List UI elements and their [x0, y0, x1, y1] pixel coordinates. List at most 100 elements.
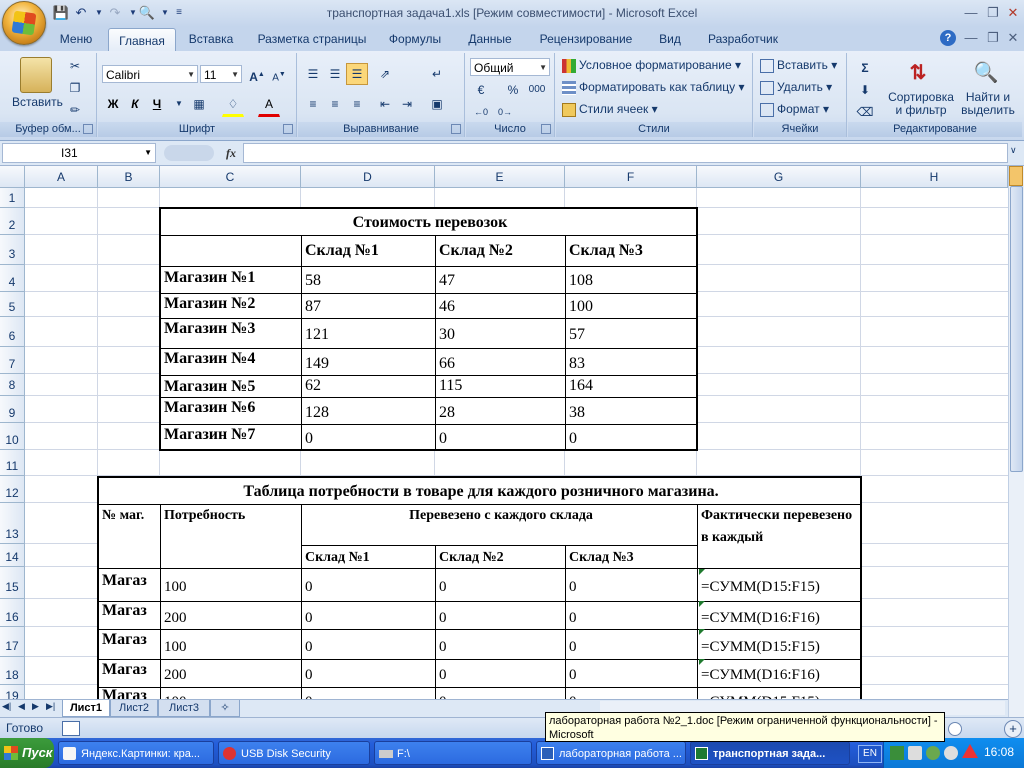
cost-value[interactable]: 30 [436, 318, 566, 348]
row-header[interactable]: 9 [0, 396, 25, 423]
cost-value[interactable]: 128 [302, 397, 436, 424]
cost-value[interactable]: 0 [566, 424, 696, 449]
cost-value[interactable]: 100 [566, 293, 696, 318]
transfer-value[interactable]: 0 [302, 659, 436, 687]
store-label[interactable]: Магаз [99, 601, 161, 629]
font-launcher-icon[interactable] [283, 124, 293, 134]
demand-value[interactable]: 100 [161, 569, 302, 601]
underline-button[interactable]: Ч [146, 93, 168, 115]
first-sheet-icon[interactable]: ◀| [2, 701, 16, 715]
tab-developer[interactable]: Разработчик [698, 27, 788, 51]
row-header[interactable]: 19 [0, 685, 25, 699]
column-header-c[interactable]: C [160, 166, 301, 188]
number-launcher-icon[interactable] [541, 124, 551, 134]
cost-value[interactable]: 87 [302, 293, 436, 318]
vertical-scroll-thumb[interactable] [1010, 186, 1023, 472]
actual-formula[interactable]: =СУММ(D15:F15) [698, 687, 860, 699]
language-indicator[interactable]: EN [858, 745, 882, 763]
autosum-button[interactable]: Σ [854, 57, 876, 79]
wrap-text-icon[interactable]: ↵ [426, 63, 448, 85]
taskbar-item-excel[interactable]: транспортная зада... [690, 741, 850, 765]
help-icon[interactable]: ? [940, 30, 956, 46]
office-button[interactable] [2, 1, 46, 45]
merge-center-icon[interactable]: ▣ [426, 93, 448, 115]
cost-header-warehouse[interactable]: Склад №2 [436, 236, 566, 266]
monitor-icon[interactable] [908, 746, 922, 760]
row-header[interactable]: 16 [0, 599, 25, 627]
row-header[interactable]: 1 [0, 188, 25, 208]
cost-value[interactable]: 0 [302, 424, 436, 449]
find-select-icon[interactable]: 🔍 [972, 59, 1000, 87]
insert-cells-button[interactable]: Вставить ▾ [760, 58, 837, 73]
store-label[interactable]: Магаз [99, 687, 161, 699]
expand-formula-bar-icon[interactable]: ∨ [1010, 145, 1022, 161]
column-header-h[interactable]: H [861, 166, 1008, 188]
align-center-icon[interactable]: ≡ [324, 93, 346, 115]
row-header[interactable]: 7 [0, 347, 25, 374]
row-header[interactable]: 12 [0, 476, 25, 503]
align-bottom-icon[interactable]: ☰ [346, 63, 368, 85]
cost-header-warehouse[interactable]: Склад №3 [566, 236, 696, 266]
macro-record-icon[interactable] [62, 721, 80, 736]
demand-value[interactable]: 200 [161, 659, 302, 687]
split-box-icon[interactable] [1009, 166, 1023, 186]
subheader-warehouse[interactable]: Склад №3 [566, 546, 698, 569]
ribbon-minimize-button[interactable]: — [960, 28, 982, 48]
transfer-value[interactable]: 0 [436, 659, 566, 687]
sort-filter-button[interactable]: Сортировка и фильтр [886, 91, 956, 117]
align-middle-icon[interactable]: ☰ [324, 63, 346, 85]
undo-icon[interactable]: ↶ [72, 4, 90, 22]
zoom-in-icon[interactable]: + [1004, 720, 1022, 738]
formula-bar-splitter[interactable] [164, 145, 214, 161]
column-header-b[interactable]: B [98, 166, 160, 188]
cost-value[interactable]: 115 [436, 375, 566, 397]
header-demand[interactable]: Потребность [161, 505, 302, 569]
actual-formula[interactable]: =СУММ(D16:F16) [698, 659, 860, 687]
demand-value[interactable]: 100 [161, 629, 302, 659]
actual-formula[interactable]: =СУММ(D16:F16) [698, 601, 860, 629]
transfer-value[interactable]: 0 [302, 569, 436, 601]
store-label[interactable]: Магазин №5 [161, 375, 302, 397]
row-header[interactable]: 18 [0, 657, 25, 685]
format-cells-button[interactable]: Формат ▾ [760, 102, 829, 117]
cost-value[interactable]: 38 [566, 397, 696, 424]
subheader-warehouse[interactable]: Склад №2 [436, 546, 566, 569]
transfer-value[interactable]: 0 [566, 659, 698, 687]
decrease-decimal-icon[interactable]: 0→ [494, 101, 516, 123]
sheet-tab[interactable]: Лист3 [158, 700, 210, 717]
row-header[interactable]: 6 [0, 317, 25, 347]
paste-icon[interactable] [20, 57, 52, 93]
font-size-combo[interactable]: 11 ▼ [200, 65, 242, 83]
cost-value[interactable]: 108 [566, 266, 696, 293]
store-label[interactable]: Магаз [99, 629, 161, 659]
customize-qat-icon[interactable]: ≡ [170, 4, 188, 22]
close-button[interactable]: ✕ [1002, 3, 1024, 23]
formula-input[interactable] [243, 143, 1008, 163]
last-sheet-icon[interactable]: ▶| [46, 701, 62, 715]
align-right-icon[interactable]: ≡ [346, 93, 368, 115]
insert-function-button[interactable]: fx [222, 144, 240, 162]
row-header[interactable]: 13 [0, 503, 25, 544]
transfer-value[interactable]: 0 [436, 629, 566, 659]
cost-header-warehouse[interactable]: Склад №1 [302, 236, 436, 266]
fill-color-icon[interactable]: ♢ [222, 93, 244, 117]
transfer-value[interactable]: 0 [566, 601, 698, 629]
row-header[interactable]: 8 [0, 374, 25, 396]
align-top-icon[interactable]: ☰ [302, 63, 324, 85]
cost-value[interactable]: 57 [566, 318, 696, 348]
network-icon[interactable] [890, 746, 904, 760]
row-header[interactable]: 15 [0, 567, 25, 599]
taskbar-item-usb-security[interactable]: USB Disk Security [218, 741, 370, 765]
thousands-button[interactable]: 000 [524, 79, 550, 101]
transfer-value[interactable]: 0 [436, 601, 566, 629]
demand-value[interactable]: 200 [161, 601, 302, 629]
cost-value[interactable]: 58 [302, 266, 436, 293]
cost-value[interactable]: 28 [436, 397, 566, 424]
cost-value[interactable]: 0 [436, 424, 566, 449]
clipboard-launcher-icon[interactable] [83, 124, 93, 134]
number-format-combo[interactable]: Общий ▼ [470, 58, 550, 76]
cost-header-empty[interactable] [161, 236, 302, 266]
tab-view[interactable]: Вид [650, 27, 690, 51]
delete-cells-button[interactable]: Удалить ▾ [760, 80, 832, 95]
taskbar-item-yandex[interactable]: Яндекс.Картинки: кра... [58, 741, 214, 765]
